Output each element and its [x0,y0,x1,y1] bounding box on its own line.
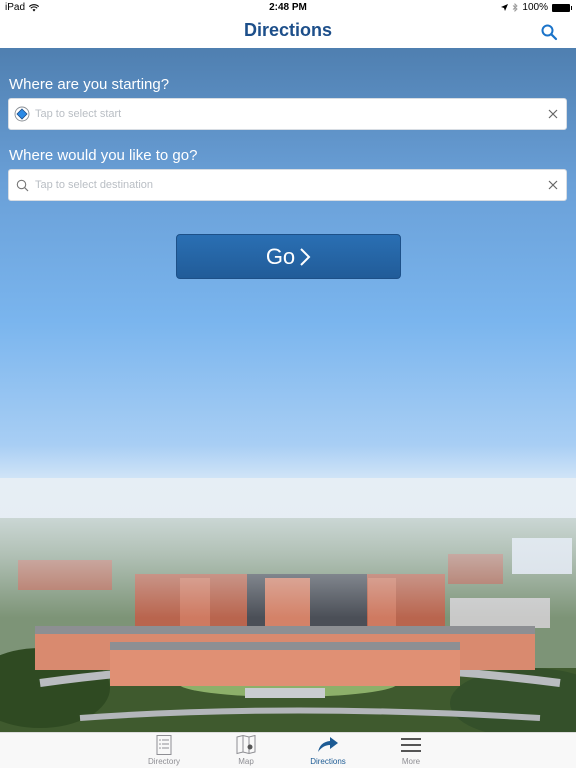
start-field[interactable] [8,98,567,130]
tab-more[interactable]: More [376,735,446,766]
directions-panel: Where are you starting? Where would you … [0,48,576,732]
bluetooth-icon [513,3,519,12]
start-label: Where are you starting? [9,76,170,93]
battery-icon [552,3,572,12]
status-time: 2:48 PM [269,2,307,13]
destination-label: Where would you like to go? [9,147,198,164]
close-icon [548,109,558,119]
start-input[interactable] [35,108,540,120]
search-icon[interactable] [540,23,558,41]
navigation-bar: Directions [0,16,576,48]
location-arrow-icon [501,4,509,11]
list-icon [156,735,172,755]
menu-icon [401,738,421,752]
clear-start-button[interactable] [540,99,566,129]
tab-label: More [401,757,421,766]
tab-directory[interactable]: Directory [129,735,199,766]
tab-bar: Directory Map Directions More [0,732,576,768]
location-target-icon [9,106,35,122]
chevron-right-icon [300,247,311,266]
directions-arrow-icon [318,737,338,752]
go-button[interactable]: Go [176,234,401,279]
clear-destination-button[interactable] [540,170,566,200]
campus-aerial-photo [0,478,576,732]
tab-label: Directions [310,757,346,766]
close-icon [548,180,558,190]
status-right: 100% [501,2,572,13]
status-bar: iPad 2:48 PM 100% [0,0,576,16]
page-title: Directions [243,20,333,40]
tab-map[interactable]: Map [211,735,281,766]
go-label: Go [265,243,296,269]
tab-directions[interactable]: Directions [293,735,363,766]
map-icon [236,735,256,755]
search-icon [9,179,35,192]
destination-input[interactable] [35,179,540,191]
tab-label: Map [238,757,254,766]
battery-percent: 100% [522,2,548,13]
tab-label: Directory [147,757,180,766]
destination-field[interactable] [8,169,567,201]
